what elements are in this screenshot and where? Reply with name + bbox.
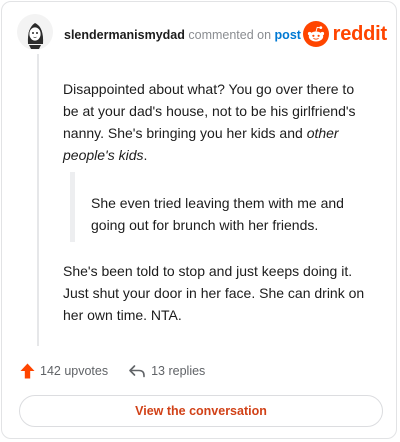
comment-header: slendermanismydad commented on post redd… <box>17 14 387 54</box>
comment-meta: slendermanismydad commented on post <box>64 28 301 42</box>
upvote-button[interactable]: 142 upvotes <box>20 363 108 379</box>
user-avatar[interactable] <box>17 14 53 50</box>
view-conversation-button[interactable]: View the conversation <box>19 395 383 427</box>
username-link[interactable]: slendermanismydad <box>64 28 185 42</box>
post-link[interactable]: post <box>275 28 301 42</box>
reddit-logo[interactable]: reddit <box>302 20 388 48</box>
comment-paragraph-2: She's been told to stop and just keeps d… <box>63 263 365 323</box>
replies-button[interactable]: 13 replies <box>128 364 205 378</box>
comment-paragraph-1: Disappointed about what? You go over the… <box>63 78 373 166</box>
blockquote-text: She even tried leaving them with me and … <box>91 195 344 233</box>
upvote-count: 142 upvotes <box>40 364 109 378</box>
comment-card: slendermanismydad commented on post redd… <box>1 1 397 439</box>
upvote-arrow-icon <box>20 363 35 379</box>
reddit-wordmark: reddit <box>332 22 388 45</box>
blockquote-bar <box>70 172 75 242</box>
thread-line <box>37 54 39 346</box>
comment-actions: 142 upvotes 13 replies <box>20 360 205 382</box>
commented-on-text: commented on <box>188 28 272 42</box>
reddit-snoo-icon <box>302 21 329 47</box>
reply-arrow-icon <box>129 365 145 378</box>
paragraph-1-end: . <box>143 147 148 163</box>
replies-count: 13 replies <box>151 364 206 378</box>
